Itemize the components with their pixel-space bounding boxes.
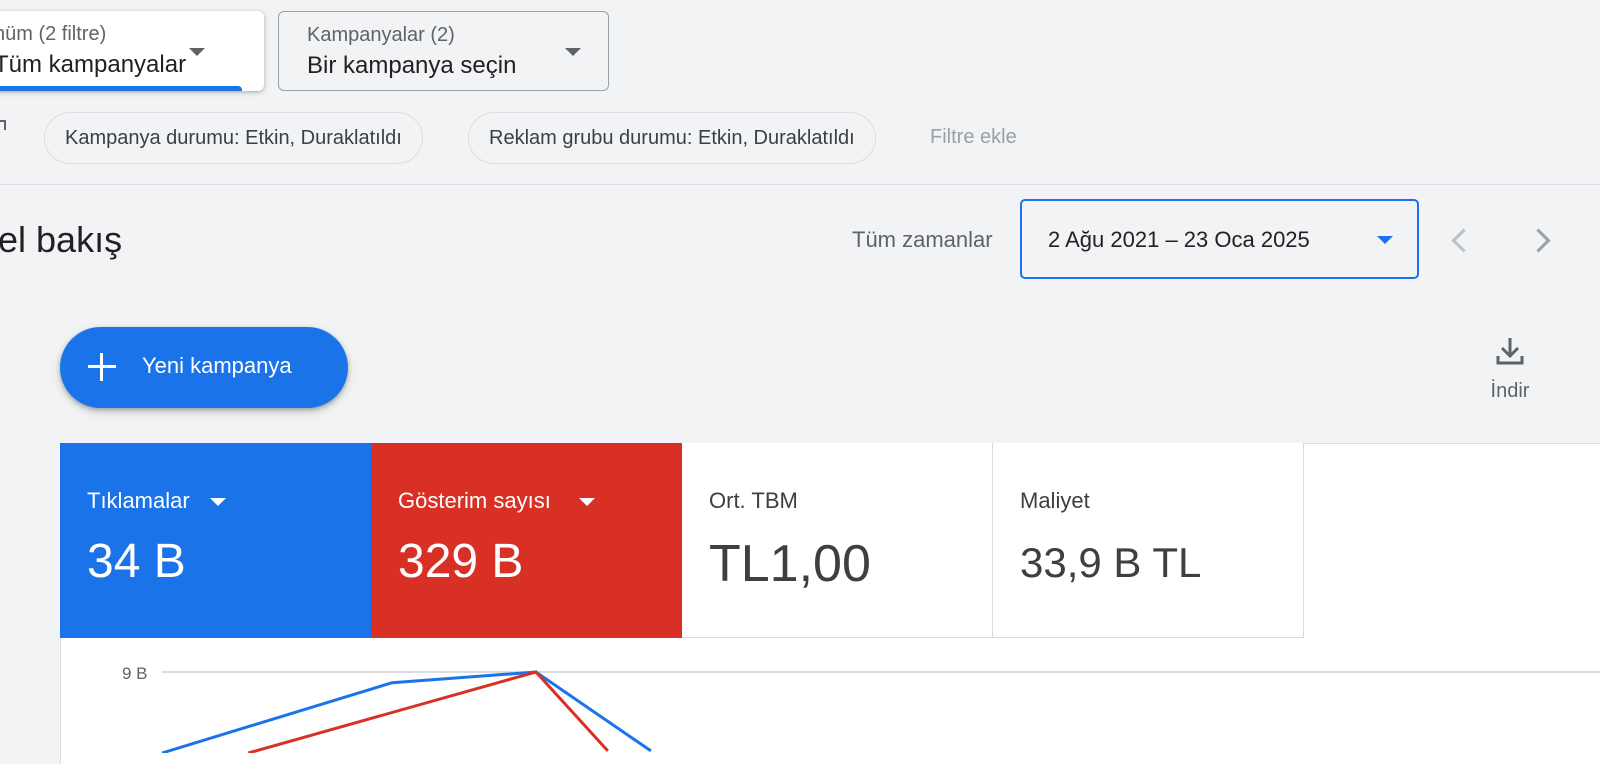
filter-chip-ad-group-status[interactable]: Reklam grubu durumu: Etkin, Duraklatıldı bbox=[468, 112, 876, 164]
metric-value: 33,9 B TL bbox=[1020, 539, 1202, 586]
view-selector-caption: nüm (2 filtre) bbox=[0, 23, 107, 45]
new-campaign-button[interactable]: Yeni kampanya bbox=[60, 327, 348, 408]
metric-card-cost[interactable]: Maliyet 33,9 B TL bbox=[993, 443, 1304, 638]
metric-card-impressions[interactable]: Gösterim sayısı 329 B bbox=[371, 443, 682, 638]
metric-value: 34 B bbox=[87, 535, 186, 588]
add-filter-link[interactable]: Filtre ekle bbox=[930, 126, 1017, 149]
filter-chip-campaign-status[interactable]: Kampanya durumu: Etkin, Duraklatıldı bbox=[44, 112, 423, 164]
new-campaign-label: Yeni kampanya bbox=[142, 353, 292, 378]
chevron-down-icon bbox=[189, 48, 205, 56]
view-selector-active-indicator bbox=[0, 86, 242, 91]
chevron-down-icon bbox=[565, 48, 581, 56]
divider bbox=[0, 184, 1600, 185]
download-button[interactable]: İndir bbox=[1470, 336, 1550, 408]
metric-value: 329 B bbox=[398, 535, 524, 588]
chevron-down-icon[interactable] bbox=[210, 498, 226, 506]
date-preset-label: Tüm zamanlar bbox=[852, 227, 993, 252]
metric-label: Tıklamalar bbox=[87, 488, 190, 513]
campaign-selector-value: Bir kampanya seçin bbox=[307, 52, 517, 79]
campaign-selector[interactable]: Kampanyalar (2) Bir kampanya seçin bbox=[278, 11, 609, 91]
date-range-value: 2 Ağu 2021 – 23 Oca 2025 bbox=[1048, 227, 1310, 252]
metric-value: TL1,00 bbox=[709, 535, 871, 593]
performance-chart: 9 B bbox=[60, 638, 1600, 753]
download-label: İndir bbox=[1490, 380, 1530, 402]
y-tick-label: 9 B bbox=[122, 664, 148, 683]
chevron-down-icon[interactable] bbox=[579, 498, 595, 506]
metric-label: Maliyet bbox=[1020, 488, 1090, 513]
metric-label: Ort. TBM bbox=[709, 488, 798, 513]
metric-card-avg-cpc[interactable]: Ort. TBM TL1,00 bbox=[682, 443, 993, 638]
metric-card-clicks[interactable]: Tıklamalar 34 B bbox=[60, 443, 371, 638]
view-selector-value: Tüm kampanyalar bbox=[0, 51, 187, 78]
filter-icon[interactable] bbox=[0, 120, 6, 130]
chevron-down-icon bbox=[1377, 236, 1393, 244]
chart-canvas bbox=[161, 670, 1600, 753]
page-title: el bakış bbox=[0, 219, 123, 260]
campaign-selector-caption: Kampanyalar (2) bbox=[307, 24, 455, 46]
chevron-left-icon[interactable] bbox=[1451, 228, 1476, 253]
plus-icon bbox=[88, 353, 116, 381]
chart-series-line-1 bbox=[161, 670, 652, 753]
chevron-right-icon[interactable] bbox=[1526, 228, 1551, 253]
download-icon bbox=[1496, 338, 1524, 365]
view-selector[interactable]: nüm (2 filtre) Tüm kampanyalar bbox=[0, 11, 264, 91]
metric-label: Gösterim sayısı bbox=[398, 488, 551, 513]
date-range-picker[interactable]: 2 Ağu 2021 – 23 Oca 2025 bbox=[1020, 199, 1419, 279]
